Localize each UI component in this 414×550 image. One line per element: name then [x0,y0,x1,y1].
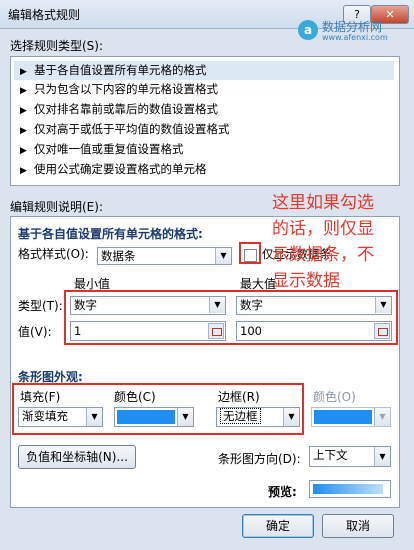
chevron-down-icon: ▼ [283,408,299,426]
ok-button[interactable]: 确定 [242,514,314,538]
chevron-down-icon: ▼ [375,297,391,313]
cancel-button[interactable]: 取消 [322,514,394,538]
triangle-icon: ▶ [20,146,27,156]
triangle-icon: ▶ [20,86,27,96]
edit-rule-label: 编辑规则说明(E): [10,200,103,214]
chevron-down-icon: ▼ [215,248,231,264]
annotation-text: 这里如果勾选 的话，则仅显 示数据条，不 显示数据 [272,190,374,294]
format-style-label: 格式样式(O): [18,247,89,261]
max-type-dropdown[interactable]: 数字 ▼ [236,296,392,315]
chevron-down-icon: ▼ [86,408,102,426]
min-value-input[interactable]: 1 [70,321,226,341]
color-swatch [314,410,372,424]
chevron-down-icon: ▼ [209,297,225,313]
type-label: 类型(T): [18,299,63,313]
negative-axis-button[interactable]: 负值和坐标轴(N)... [18,445,136,469]
max-value-input[interactable]: 100 [236,321,392,341]
chevron-down-icon: ▼ [177,408,193,426]
rule-type-item[interactable]: ▶ 使用公式确定要设置格式的单元格 [14,160,394,179]
annotation-line: 示数据条，不 [272,245,374,265]
triangle-icon: ▶ [20,166,27,176]
fill-label: 填充(F) [20,390,61,404]
range-select-icon[interactable] [374,323,390,339]
rule-type-item[interactable]: ▶ 仅对高于或低于平均值的数值设置格式 [14,120,394,139]
color-swatch [117,410,175,424]
preview-label: 预览: [268,485,297,499]
rule-type-item[interactable]: ▶ 只为包含以下内容的单元格设置格式 [14,80,394,99]
range-select-icon[interactable] [208,323,224,339]
rule-type-label: 选择规则类型(S): [10,39,104,53]
direction-dropdown[interactable]: 上下文 ▼ [309,446,391,467]
logo-sub-text: www.afenxi.com [322,33,388,42]
window-title: 编辑格式规则 [8,8,81,22]
min-type-dropdown[interactable]: 数字 ▼ [70,296,226,315]
rule-type-item[interactable]: ▶ 基于各自值设置所有单元格的格式 [14,61,394,80]
border-dropdown[interactable]: 无边框 ▼ [216,407,300,427]
chevron-down-icon: ▼ [374,408,390,426]
bar-color-picker[interactable]: ▼ [114,407,194,427]
checkbox-highlight [239,242,261,264]
border-label: 边框(R) [218,390,260,404]
value-label: 值(V): [18,325,52,339]
watermark-logo: a 数据分析网 www.afenxi.com [298,18,410,48]
annotation-line: 的话，则仅显 [272,219,374,239]
border-color-label: 颜色(O) [313,390,356,404]
rule-type-item[interactable]: ▶ 仅对唯一值或重复值设置格式 [14,140,394,159]
format-style-dropdown[interactable]: 数据条 ▼ [97,247,232,265]
direction-label: 条形图方向(D): [218,452,301,466]
annotation-line: 这里如果勾选 [272,193,374,213]
rule-type-item[interactable]: ▶ 仅对排名靠前或靠后的数值设置格式 [14,100,394,119]
logo-icon: a [298,20,318,40]
chevron-down-icon: ▼ [374,447,390,466]
description-heading: 基于各自值设置所有单元格的格式: [18,227,203,241]
triangle-icon: ▶ [20,126,27,136]
preview-bar [313,484,383,494]
triangle-icon: ▶ [20,106,27,116]
border-color-picker: ▼ [311,407,391,427]
preview-box [309,480,391,498]
fill-dropdown[interactable]: 渐变填充 ▼ [18,407,103,427]
color-label: 颜色(C) [114,390,156,404]
